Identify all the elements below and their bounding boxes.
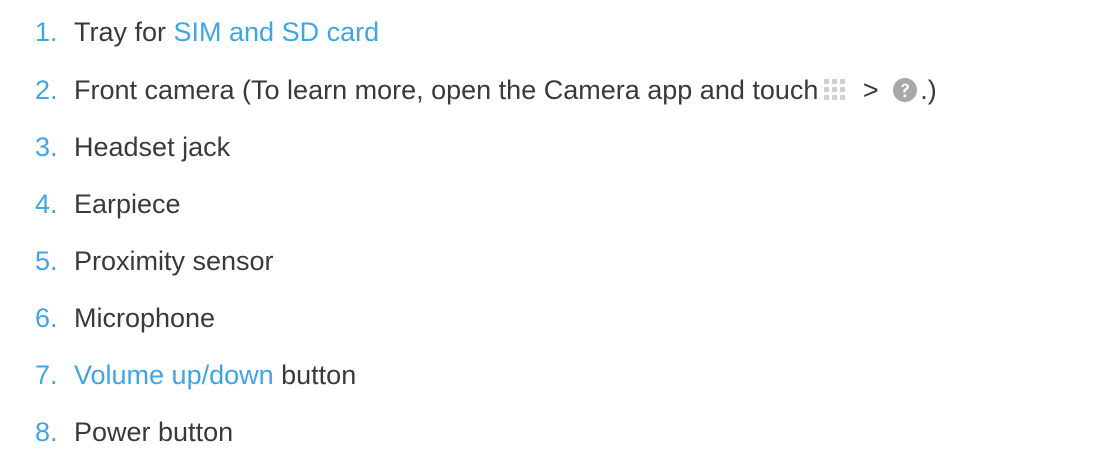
item-number: 1. — [35, 17, 58, 47]
volume-up-down-link[interactable]: Volume up/down — [74, 360, 274, 390]
grid-menu-icon — [824, 78, 846, 100]
help-icon — [893, 77, 918, 102]
item-number: 8. — [35, 417, 58, 447]
item-text: Front camera (To learn more, open the Ca… — [74, 70, 937, 110]
item-text-main: Front camera (To learn more, open the Ca… — [74, 75, 819, 105]
item-number: 7. — [35, 360, 58, 390]
item-text: Headset jack — [74, 132, 231, 162]
item-text: Power button — [74, 417, 234, 447]
item-number: 5. — [35, 246, 58, 276]
item-text: Earpiece — [74, 189, 181, 219]
item-text: Microphone — [74, 303, 216, 333]
item-number: 3. — [35, 132, 58, 162]
item-number: 6. — [35, 303, 58, 333]
item-text: Proximity sensor — [74, 246, 274, 276]
item-number: 2. — [35, 75, 58, 105]
sim-sd-card-link[interactable]: SIM and SD card — [174, 17, 380, 47]
item-text-suffix: .) — [920, 75, 937, 105]
item-text-prefix: Tray for — [74, 17, 174, 47]
item-text-separator: > — [855, 75, 887, 105]
item-number: 4. — [35, 189, 58, 219]
item-text: Tray for SIM and SD card — [74, 12, 379, 52]
item-text: Volume up/down button — [74, 355, 356, 395]
item-text-suffix: button — [273, 360, 357, 390]
